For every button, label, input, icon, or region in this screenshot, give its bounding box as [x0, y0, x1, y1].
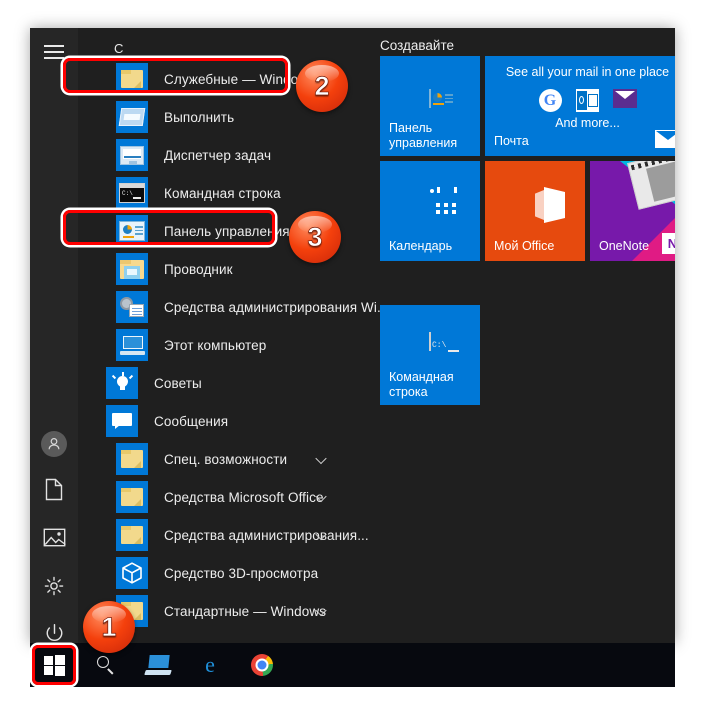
taskbar: e — [30, 643, 675, 687]
rail-item-power[interactable] — [30, 612, 78, 643]
rail-item-documents[interactable] — [30, 468, 78, 516]
app-list-item-label: Проводник — [164, 261, 233, 277]
app-list-item-accessibility[interactable]: Спец. возможности — [78, 440, 350, 478]
app-list-item-label: Этот компьютер — [164, 337, 267, 353]
app-list-item-label: Средства Microsoft Office — [164, 489, 324, 505]
lightbulb-icon — [106, 367, 138, 399]
app-list-item-label: Панель управления — [164, 223, 290, 239]
annotation-badge-2: 2 — [296, 60, 348, 112]
tiles-area: Создавайте Панель управления See all you… — [350, 28, 675, 643]
screenshot-root: C Служебные — Windows Выполнить Диспетче… — [0, 0, 705, 711]
google-icon: G — [538, 89, 562, 112]
search-icon — [96, 655, 116, 675]
app-list-item-label: Командная строка — [164, 185, 281, 201]
app-list-item-label: Выполнить — [164, 109, 235, 125]
outlook-icon — [575, 89, 599, 112]
gear-icon — [43, 575, 65, 602]
annotation-badge-1: 1 — [83, 601, 135, 653]
chevron-down-icon[interactable] — [317, 530, 328, 541]
folder-icon — [116, 63, 148, 95]
hamburger-menu-button[interactable] — [30, 28, 78, 76]
app-list-item-label: Советы — [154, 375, 202, 391]
control-panel-icon — [116, 215, 148, 247]
chevron-down-icon[interactable] — [317, 606, 328, 617]
tile-label: Календарь — [389, 239, 453, 253]
envelope-icon — [655, 130, 675, 148]
start-menu-panel: C Служебные — Windows Выполнить Диспетче… — [30, 28, 675, 643]
tile-my-office[interactable]: Мой Office — [485, 161, 585, 261]
app-list-item-3d-viewer[interactable]: Средство 3D-просмотра — [78, 554, 350, 592]
edge-icon: e — [205, 652, 215, 677]
admin-tools-icon — [116, 291, 148, 323]
user-icon — [41, 431, 67, 457]
app-list-item-label: Служебные — Windows — [164, 71, 315, 87]
app-list-item-label: Стандартные — Windows — [164, 603, 327, 619]
chevron-down-icon[interactable] — [317, 492, 328, 503]
app-list[interactable]: C Служебные — Windows Выполнить Диспетче… — [78, 28, 388, 643]
tile-mail-more: And more... — [555, 116, 620, 130]
file-explorer-icon — [116, 253, 148, 285]
rail-item-settings[interactable] — [30, 564, 78, 612]
tile-label: Командная строка — [389, 370, 454, 399]
tile-onenote[interactable]: OneNote N — [590, 161, 675, 261]
start-button[interactable] — [30, 643, 78, 687]
tile-label: Панель управления — [389, 121, 458, 150]
cube-3d-icon — [116, 557, 148, 589]
app-list-item-task-manager[interactable]: Диспетчер задач — [78, 136, 350, 174]
app-list-item-admin-tools-windows[interactable]: Средства администрирования Wi... — [78, 288, 388, 326]
section-header-letter[interactable]: C — [114, 42, 123, 56]
task-view-icon — [144, 655, 172, 675]
command-prompt-icon: C:\ — [429, 332, 459, 352]
document-icon — [44, 478, 64, 506]
tile-label: OneNote — [599, 239, 650, 253]
app-list-item-admin-tools-folder[interactable]: Средства администрирования... — [78, 516, 369, 554]
tile-label: Почта — [494, 134, 529, 148]
onenote-logo-icon: N — [662, 233, 675, 254]
app-list-item-label: Диспетчер задач — [164, 147, 272, 163]
run-dialog-icon — [116, 101, 148, 133]
app-list-item-label: Спец. возможности — [164, 451, 288, 467]
tile-group-header[interactable]: Создавайте — [380, 38, 454, 53]
app-list-item-messaging[interactable]: Сообщения — [78, 402, 350, 440]
tile-label: Мой Office — [494, 239, 555, 253]
tile-command-prompt[interactable]: C:\ Командная строка — [380, 305, 480, 405]
app-list-item-label: Средства администрирования... — [164, 527, 369, 543]
command-prompt-icon: C:\ — [116, 177, 148, 209]
this-pc-icon — [116, 329, 148, 361]
folder-icon — [116, 481, 148, 513]
tile-mail[interactable]: See all your mail in one place G And mor… — [485, 56, 675, 156]
tile-calendar[interactable]: Календарь — [380, 161, 480, 261]
windows-logo-icon — [43, 654, 65, 676]
app-list-item-label: Средство 3D-просмотра — [164, 565, 319, 581]
app-list-item-this-pc[interactable]: Этот компьютер — [78, 326, 350, 364]
chrome-icon — [251, 654, 273, 676]
app-list-item-label: Сообщения — [154, 413, 229, 429]
chat-bubble-icon — [106, 405, 138, 437]
task-view-button[interactable] — [134, 643, 182, 687]
rail-item-pictures[interactable] — [30, 516, 78, 564]
folder-icon — [116, 519, 148, 551]
rail-item-user-account[interactable] — [30, 420, 78, 468]
pictures-icon — [43, 528, 66, 552]
app-list-item-command-prompt[interactable]: C:\ Командная строка — [78, 174, 350, 212]
folder-icon — [116, 443, 148, 475]
annotation-badge-3: 3 — [289, 211, 341, 263]
edge-button[interactable]: e — [186, 643, 234, 687]
chevron-down-icon[interactable] — [317, 454, 328, 465]
hamburger-icon — [44, 45, 64, 59]
app-list-item-ms-office-tools[interactable]: Средства Microsoft Office — [78, 478, 350, 516]
tile-control-panel[interactable]: Панель управления — [380, 56, 480, 156]
tile-mail-headline: See all your mail in one place — [505, 65, 670, 79]
power-icon — [44, 623, 65, 643]
task-manager-icon — [116, 139, 148, 171]
tile-mail-icons: G — [485, 89, 675, 112]
app-list-item-tips[interactable]: Советы — [78, 364, 350, 402]
control-panel-icon — [429, 89, 453, 108]
start-menu-rail — [30, 28, 78, 643]
chrome-button[interactable] — [238, 643, 286, 687]
envelope-purple-icon — [612, 89, 637, 108]
